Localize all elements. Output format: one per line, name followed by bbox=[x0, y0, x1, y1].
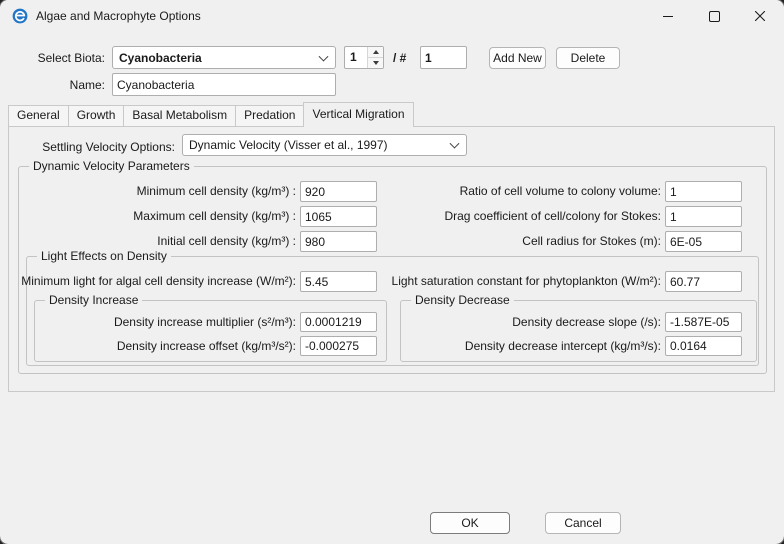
biota-select[interactable]: Cyanobacteria bbox=[112, 46, 336, 69]
initial-cell-density-field[interactable] bbox=[300, 231, 377, 252]
delete-button[interactable]: Delete bbox=[556, 47, 620, 69]
drag-coefficient-label: Drag coefficient of cell/colony for Stok… bbox=[444, 209, 661, 224]
tab-predation[interactable]: Predation bbox=[235, 105, 304, 126]
minimize-icon bbox=[663, 16, 673, 17]
app-icon bbox=[12, 8, 28, 24]
close-button[interactable] bbox=[737, 0, 783, 32]
density-decrease-slope-field[interactable] bbox=[665, 312, 742, 332]
min-light-field[interactable] bbox=[300, 271, 377, 292]
initial-cell-density-label: Initial cell density (kg/m³) : bbox=[157, 234, 296, 249]
density-increase-offset-field[interactable] bbox=[300, 336, 377, 356]
cell-radius-label: Cell radius for Stokes (m): bbox=[522, 234, 661, 249]
tab-vertical-migration[interactable]: Vertical Migration bbox=[303, 102, 413, 127]
tab-growth[interactable]: Growth bbox=[68, 105, 125, 126]
biota-index-value: 1 bbox=[345, 47, 367, 68]
name-field[interactable] bbox=[112, 73, 336, 96]
volume-ratio-field[interactable] bbox=[665, 181, 742, 202]
select-biota-label: Select Biota: bbox=[38, 51, 105, 66]
add-new-button[interactable]: Add New bbox=[489, 47, 546, 69]
cancel-button[interactable]: Cancel bbox=[545, 512, 621, 534]
light-saturation-label: Light saturation constant for phytoplank… bbox=[392, 274, 661, 289]
max-cell-density-label: Maximum cell density (kg/m³) : bbox=[133, 209, 296, 224]
ok-button[interactable]: OK bbox=[430, 512, 510, 534]
max-cell-density-field[interactable] bbox=[300, 206, 377, 227]
tab-basal-metabolism[interactable]: Basal Metabolism bbox=[123, 105, 236, 126]
light-effects-group-title: Light Effects on Density bbox=[37, 249, 171, 264]
name-label: Name: bbox=[70, 78, 105, 93]
settling-velocity-value: Dynamic Velocity (Visser et al., 1997) bbox=[189, 138, 388, 152]
light-saturation-field[interactable] bbox=[665, 271, 742, 292]
maximize-icon bbox=[709, 11, 720, 22]
tab-strip: General Growth Basal Metabolism Predatio… bbox=[8, 104, 413, 126]
spinner-up-button[interactable] bbox=[368, 47, 383, 57]
biota-count-field[interactable] bbox=[420, 46, 467, 69]
window-title: Algae and Macrophyte Options bbox=[36, 9, 201, 23]
min-light-label: Minimum light for algal cell density inc… bbox=[21, 274, 296, 289]
min-cell-density-label: Minimum cell density (kg/m³) : bbox=[137, 184, 296, 199]
arrow-up-icon bbox=[373, 50, 379, 54]
settling-velocity-label: Settling Velocity Options: bbox=[42, 140, 175, 155]
biota-select-value: Cyanobacteria bbox=[119, 51, 202, 65]
arrow-down-icon bbox=[373, 61, 379, 65]
minimize-button[interactable] bbox=[645, 0, 691, 32]
density-decrease-slope-label: Density decrease slope (/s): bbox=[512, 315, 661, 330]
chevron-down-icon bbox=[450, 139, 460, 149]
spinner-down-button[interactable] bbox=[368, 57, 383, 68]
density-decrease-group-title: Density Decrease bbox=[411, 293, 514, 308]
settling-velocity-select[interactable]: Dynamic Velocity (Visser et al., 1997) bbox=[182, 134, 467, 156]
density-decrease-intercept-label: Density decrease intercept (kg/m³/s): bbox=[465, 339, 661, 354]
of-count-label: / # bbox=[393, 51, 406, 66]
density-decrease-intercept-field[interactable] bbox=[665, 336, 742, 356]
density-increase-offset-label: Density increase offset (kg/m³/s²): bbox=[117, 339, 296, 354]
min-cell-density-field[interactable] bbox=[300, 181, 377, 202]
density-increase-group-title: Density Increase bbox=[45, 293, 142, 308]
chevron-down-icon bbox=[319, 51, 329, 61]
maximize-button[interactable] bbox=[691, 0, 737, 32]
dynamic-velocity-group-title: Dynamic Velocity Parameters bbox=[29, 159, 194, 174]
spinner-buttons bbox=[367, 47, 383, 68]
close-icon bbox=[755, 11, 765, 21]
tab-general[interactable]: General bbox=[8, 105, 69, 126]
biota-index-spinner[interactable]: 1 bbox=[344, 46, 384, 69]
density-increase-multiplier-field[interactable] bbox=[300, 312, 377, 332]
density-increase-multiplier-label: Density increase multiplier (s²/m³): bbox=[114, 315, 296, 330]
cell-radius-field[interactable] bbox=[665, 231, 742, 252]
drag-coefficient-field[interactable] bbox=[665, 206, 742, 227]
algae-macrophyte-options-dialog: Algae and Macrophyte Options Select Biot… bbox=[0, 0, 784, 544]
titlebar: Algae and Macrophyte Options bbox=[0, 0, 784, 32]
volume-ratio-label: Ratio of cell volume to colony volume: bbox=[460, 184, 661, 199]
